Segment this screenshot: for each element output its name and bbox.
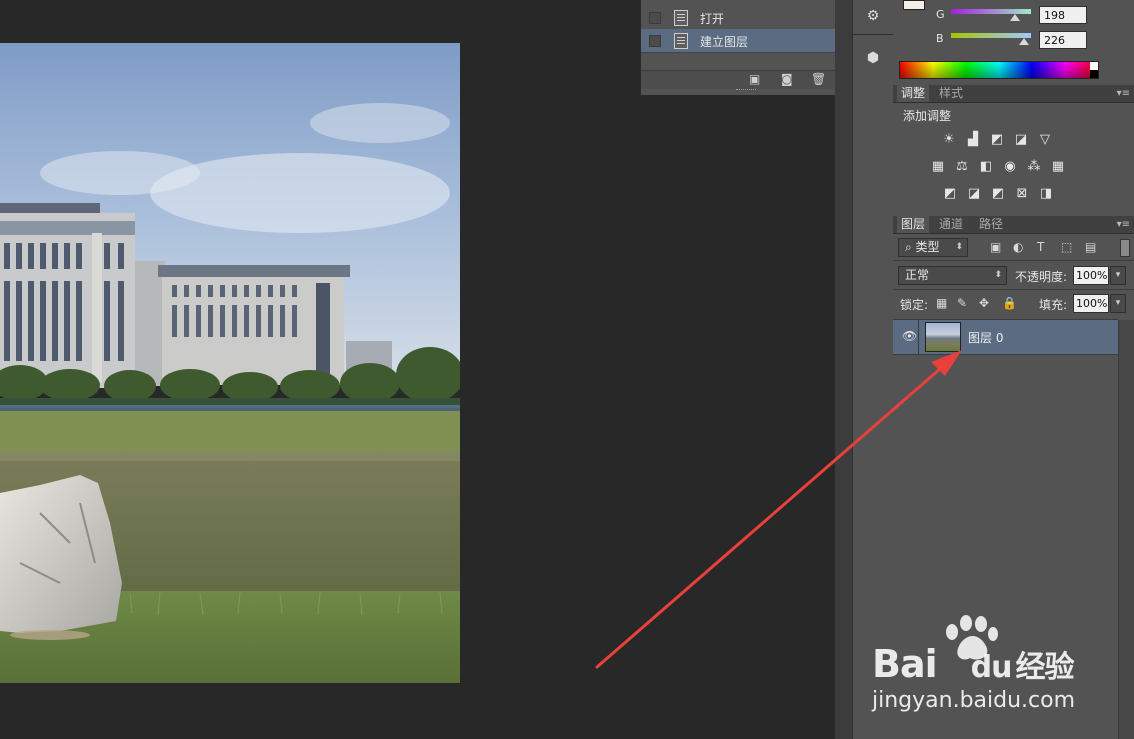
photo-filter-icon[interactable]: ◉ (1002, 160, 1018, 174)
search-icon: ⌕ (905, 240, 916, 254)
foreground-color-swatch[interactable] (903, 0, 925, 10)
lock-image-pixels-brush-icon[interactable]: ✎ (957, 296, 967, 310)
strip-divider (853, 34, 893, 35)
history-document-icon (674, 33, 688, 49)
vibrance-icon[interactable]: ▽ (1037, 133, 1053, 147)
layer-filter-select[interactable]: ⌕ 类型 ⬍ (898, 238, 968, 257)
panel-resize-handle[interactable] (736, 89, 756, 93)
color-spectrum-bar[interactable] (899, 61, 1099, 79)
lock-position-move-icon[interactable]: ✥ (979, 296, 989, 310)
opacity-dropdown-icon[interactable]: ▾ (1110, 266, 1126, 285)
tool-presets-icon[interactable]: ⚙ (864, 7, 882, 25)
posterize-icon[interactable]: ◪ (966, 187, 982, 201)
watermark-brand-part1: Bai (872, 642, 938, 686)
color-balance-icon[interactable]: ⚖ (954, 160, 970, 174)
tab-layers[interactable]: 图层 (897, 216, 930, 233)
trash-icon[interactable]: 🗑 (811, 72, 826, 86)
history-item-label: 建立图层 (700, 35, 749, 49)
new-document-from-state-icon[interactable]: ▣ (749, 72, 760, 86)
adjustments-heading: 添加调整 (903, 109, 952, 123)
levels-icon[interactable]: ▟ (965, 133, 981, 147)
divider (893, 260, 1134, 261)
color-b-label: B (936, 32, 944, 45)
history-item-label: 打开 (700, 12, 725, 26)
baidu-watermark: Bai du 经验 jingyan.baidu.com (860, 612, 1130, 722)
layer-thumbnail[interactable] (925, 322, 961, 352)
watermark-brand: Bai du 经验 (872, 642, 1074, 686)
3d-cube-icon[interactable]: ⬢ (864, 49, 882, 67)
color-g-value[interactable]: 198 (1039, 6, 1087, 24)
visibility-column (893, 320, 919, 354)
snapshot-camera-icon[interactable]: ◙ (781, 72, 793, 86)
opacity-label: 不透明度: (1015, 270, 1068, 284)
filter-smart-object-icon[interactable]: ▤ (1085, 240, 1096, 254)
spectrum-shade (900, 62, 1098, 78)
black-white-icon[interactable]: ◧ (978, 160, 994, 174)
panel-menu-icon[interactable]: ▾≡ (1117, 216, 1130, 233)
tab-styles[interactable]: 样式 (935, 85, 967, 102)
fill-label: 填充: (1039, 298, 1068, 312)
layer-name[interactable]: 图层 0 (968, 329, 1003, 346)
fill-input[interactable]: 100% (1073, 294, 1109, 313)
hue-saturation-icon[interactable]: ▦ (930, 160, 946, 174)
gradient-map-icon[interactable]: ◨ (1038, 187, 1054, 201)
history-item-create-layer[interactable]: 建立图层 (641, 29, 836, 53)
exposure-icon[interactable]: ◪ (1013, 133, 1029, 147)
brightness-contrast-icon[interactable]: ☀ (941, 133, 957, 147)
color-lookup-icon[interactable]: ▦ (1050, 160, 1066, 174)
history-state-checkbox[interactable] (649, 12, 661, 24)
select-arrows-icon: ⬍ (955, 242, 963, 252)
watermark-brand-cn: 经验 (1015, 650, 1074, 685)
color-b-slider-thumb[interactable] (1019, 38, 1029, 45)
spectrum-white-swatch[interactable] (1090, 62, 1098, 70)
document-canvas-image[interactable] (0, 43, 460, 683)
blend-mode-select[interactable]: 正常 ⬍ (898, 266, 1007, 285)
filter-toggle[interactable] (1120, 239, 1130, 257)
filter-pixel-icon[interactable]: ▣ (990, 240, 1001, 254)
filter-adjustment-icon[interactable]: ◐ (1013, 240, 1023, 254)
color-g-slider-thumb[interactable] (1010, 14, 1020, 21)
tab-channels[interactable]: 通道 (935, 216, 967, 233)
channel-mixer-icon[interactable]: ⁂ (1026, 160, 1042, 174)
opacity-input[interactable]: 100% (1073, 266, 1109, 285)
tab-adjustments[interactable]: 调整 (897, 85, 930, 102)
invert-icon[interactable]: ◩ (942, 187, 958, 201)
watermark-brand-part2: du (970, 650, 1013, 685)
fill-dropdown-icon[interactable]: ▾ (1110, 294, 1126, 313)
history-panel: 打开 建立图层 ▣ ◙ 🗑 (640, 0, 852, 95)
filter-type-icon[interactable]: T (1037, 240, 1044, 254)
color-g-label: G (936, 8, 945, 21)
lock-all-icon[interactable]: 🔒 (1002, 296, 1017, 310)
selective-color-icon[interactable]: ⊠ (1014, 187, 1030, 201)
spectrum-black-swatch[interactable] (1090, 70, 1098, 78)
select-arrows-icon: ⬍ (994, 270, 1002, 280)
watermark-url: jingyan.baidu.com (872, 688, 1076, 713)
history-state-checkbox[interactable] (649, 35, 661, 47)
history-document-icon (674, 10, 688, 26)
history-item-open[interactable]: 打开 (641, 6, 836, 30)
dock-separator (835, 0, 852, 739)
panel-menu-icon[interactable]: ▾≡ (1117, 85, 1130, 102)
threshold-icon[interactable]: ◩ (990, 187, 1006, 201)
divider (893, 289, 1134, 290)
layer-filter-label: 类型 (915, 240, 940, 254)
tab-paths[interactable]: 路径 (975, 216, 1007, 233)
lock-transparent-pixels-icon[interactable]: ▦ (936, 296, 947, 310)
curves-icon[interactable]: ◩ (989, 133, 1005, 147)
adjustments-tabbar: 调整 样式 ▾≡ (893, 85, 1134, 103)
color-b-value[interactable]: 226 (1039, 31, 1087, 49)
lock-label: 锁定: (900, 298, 929, 312)
layers-tabbar: 图层 通道 路径 ▾≡ (893, 216, 1134, 234)
blend-mode-value: 正常 (905, 268, 930, 282)
photo-landscape (0, 43, 460, 683)
filter-shape-icon[interactable]: ⬚ (1061, 240, 1072, 254)
layer-row[interactable]: 👁 图层 0 (893, 319, 1118, 355)
